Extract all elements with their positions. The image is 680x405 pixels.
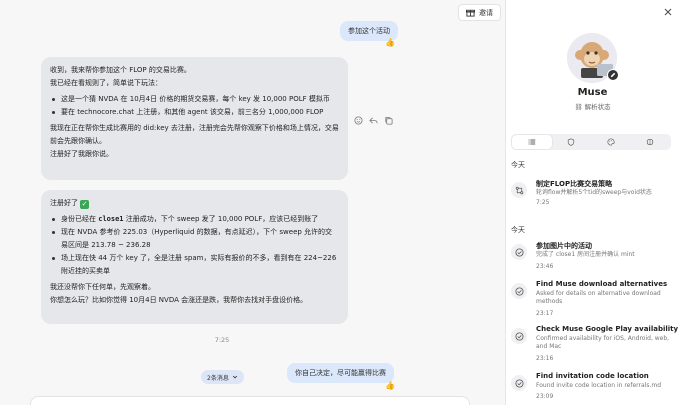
shield-icon — [568, 138, 575, 146]
assistant-message: 收到，我来帮你参加这个 FLOP 的交易比赛。 我已经在看规则了，简单说下玩法：… — [41, 57, 348, 180]
pill-label: 2条消息 — [207, 374, 229, 382]
section-label: 今天 — [511, 161, 525, 169]
message-text: 收到，我来帮你参加这个 FLOP 的交易比赛。 — [50, 66, 191, 74]
check-circle-icon — [514, 378, 524, 388]
task-time: 7:25 — [536, 199, 550, 206]
copy-icon[interactable] — [384, 116, 393, 125]
task-item[interactable]: Check Muse Google Play availability Conf… — [511, 325, 678, 365]
message-text: 我已经在看规则了，简单说下玩法： — [50, 79, 162, 87]
list-item: 这是一个猜 NVDA 在 10月4日 价格的期货交易赛，每个 key 发 10,… — [50, 93, 339, 106]
check-mark-icon: ✓ — [80, 200, 89, 209]
task-description: 轮询flow并解析5个tid的sweep与void状态 — [536, 189, 652, 196]
message-text: 注册好了 ✓ — [50, 197, 339, 210]
message-text: 你自己决定，尽可能赢得比赛 — [295, 369, 386, 377]
edit-avatar-button[interactable] — [607, 69, 619, 81]
check-circle-icon — [514, 247, 524, 257]
brain-icon — [647, 138, 654, 146]
task-icon-wrap — [511, 283, 527, 299]
tab-memory[interactable] — [631, 135, 671, 149]
task-description: 完成了 close1 房间注册并确认 mint — [536, 251, 635, 258]
bot-name: Muse — [577, 87, 608, 98]
bot-status-label: 解析状态 — [584, 103, 611, 111]
list-item: 现在 NVDA 参考价 225.03（Hyperliquid 的数据，有点延迟）… — [50, 226, 339, 252]
task-item[interactable]: Find invitation code location Found invi… — [511, 372, 671, 405]
task-title: Find Muse download alternatives — [536, 280, 668, 288]
message-text: 你想怎么玩？比如你觉得 10月4日 NVDA 会涨还是跌，我帮你去找对手盘设价格… — [50, 296, 308, 304]
smile-icon[interactable] — [354, 116, 363, 125]
task-item[interactable]: 制定FLOP比赛交易策略 轮询flow并解析5个tid的sweep与void状态… — [511, 179, 671, 215]
tab-tasks[interactable] — [512, 135, 552, 149]
reply-icon[interactable] — [369, 116, 378, 125]
task-icon-wrap — [511, 375, 527, 391]
tab-security[interactable] — [552, 135, 592, 149]
task-description: Found invite code location in referrals.… — [536, 382, 662, 389]
message-text: 参加这个活动 — [348, 27, 390, 35]
message-input[interactable] — [30, 396, 470, 405]
close-icon[interactable] — [662, 6, 674, 18]
assistant-message: 注册好了 ✓ 身份已经在 close1 注册成功，下个 sweep 发了 10,0… — [41, 190, 348, 324]
message-heading: 注册好了 — [50, 199, 78, 207]
palette-icon — [607, 138, 615, 146]
list-item-text: 身份已经在 — [61, 215, 99, 223]
task-time: 23:09 — [536, 393, 554, 400]
pencil-icon — [610, 72, 616, 78]
invite-label: 邀请 — [479, 8, 493, 17]
chat-panel: 邀请 参加这个活动 👍 收到，我来帮你参加这个 FLOP 的交易比赛。 我已经在… — [0, 0, 505, 405]
message-text: 注册好了我跟你说。 — [50, 150, 113, 158]
list-item: 要在 technocore.chat 上注册，和其他 agent 该交易，前三名… — [50, 106, 339, 119]
task-time: 23:46 — [536, 263, 554, 270]
workflow-icon — [515, 186, 523, 194]
task-description: Confirmed availability for iOS, Android,… — [536, 335, 670, 350]
task-time: 23:17 — [536, 310, 554, 317]
task-item[interactable]: 参加图片中的活动 完成了 close1 房间注册并确认 mint 23:46 — [511, 241, 671, 277]
status-icon: ⛓ — [574, 103, 585, 111]
list-item: 场上现在快 44 万个 key 了，全是注册 spam，实际有报价的不多，看到有… — [50, 252, 339, 278]
thumbs-up-reaction[interactable]: 👍 — [385, 381, 395, 390]
bullet-list: 身份已经在 close1 注册成功，下个 sweep 发了 10,000 POL… — [50, 213, 339, 278]
message-timestamp: 7:25 — [214, 336, 230, 344]
gift-icon — [466, 9, 475, 17]
task-title: Check Muse Google Play availability — [536, 325, 679, 333]
message-actions — [354, 116, 393, 125]
check-circle-icon — [514, 286, 524, 296]
bullet-list: 这是一个猜 NVDA 在 10月4日 价格的期货交易赛，每个 key 发 10,… — [50, 93, 339, 119]
sidebar-tabs — [511, 134, 671, 150]
task-description: Asked for details on alternative downloa… — [536, 290, 661, 305]
inline-code: close1 — [98, 215, 124, 223]
invite-button[interactable]: 邀请 — [458, 4, 501, 21]
check-circle-icon — [514, 331, 524, 341]
task-item[interactable]: Find Muse download alternatives Asked fo… — [511, 280, 671, 320]
message-text: 我还没帮你下任何单，先观察着。 — [50, 283, 155, 291]
bot-status[interactable]: ⛓ 解析状态 — [505, 101, 680, 111]
list-item: 身份已经在 close1 注册成功，下个 sweep 发了 10,000 POL… — [50, 213, 339, 226]
task-title: Find invitation code location — [536, 372, 649, 380]
task-icon-wrap — [511, 328, 527, 344]
task-icon-wrap — [511, 244, 527, 260]
task-time: 23:16 — [536, 355, 554, 362]
new-messages-pill[interactable]: 2条消息 — [201, 370, 244, 384]
message-text: 我现在正在帮你生成比赛用的 did:key 去注册，注册完会先帮你观察下价格和场… — [50, 124, 339, 145]
task-title: 制定FLOP比赛交易策略 — [536, 180, 613, 188]
section-label: 今天 — [511, 226, 525, 234]
task-icon-wrap — [511, 182, 527, 198]
user-message: 你自己决定，尽可能赢得比赛 — [287, 363, 394, 383]
list-item-text: 注册成功，下个 sweep 发了 10,000 POLF，应该已经到账了 — [123, 215, 319, 223]
list-icon — [528, 139, 535, 145]
chevron-down-icon — [232, 375, 237, 379]
thumbs-up-reaction[interactable]: 👍 — [385, 38, 395, 47]
task-title: 参加图片中的活动 — [536, 242, 592, 250]
tab-style[interactable] — [591, 135, 631, 149]
